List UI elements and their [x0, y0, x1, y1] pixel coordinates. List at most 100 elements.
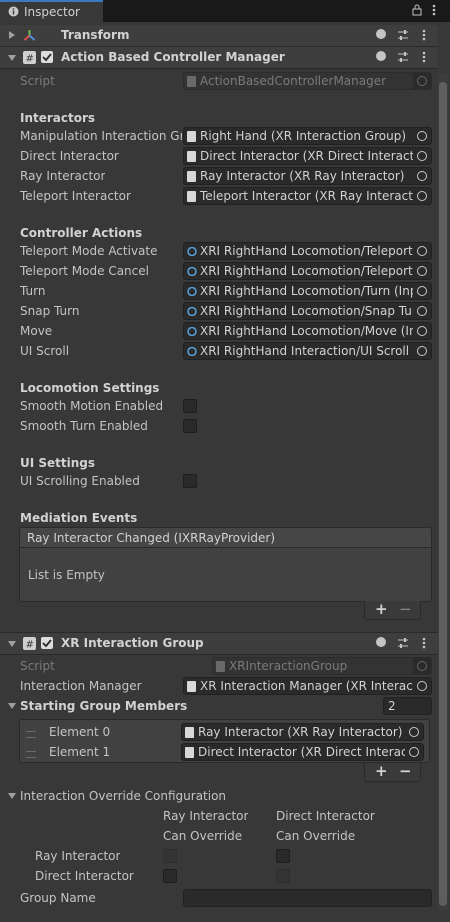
- help-icon[interactable]: [376, 51, 386, 61]
- presets-icon[interactable]: [397, 637, 409, 649]
- object-icon: [185, 747, 194, 758]
- col1-header-b: Can Override: [163, 829, 243, 843]
- list-empty-text: List is Empty: [28, 568, 105, 582]
- remove-button[interactable]: −: [399, 762, 412, 780]
- ui-scroll-field[interactable]: XRI RightHand Interaction/UI Scroll (Inp: [183, 342, 432, 360]
- override-direct-direct-checkbox: [276, 869, 290, 883]
- element-1-label: Element 1: [49, 745, 111, 759]
- members-count-field[interactable]: 2: [383, 697, 432, 715]
- xig-script-field: XRInteractionGroup: [212, 657, 432, 675]
- input-action-icon: [187, 267, 197, 276]
- starting-members-label[interactable]: Starting Group Members: [20, 699, 187, 713]
- object-picker-icon[interactable]: [413, 343, 431, 359]
- object-picker-icon[interactable]: [413, 303, 431, 319]
- transform-title: Transform: [61, 28, 130, 42]
- override-config-label[interactable]: Interaction Override Configuration: [20, 789, 226, 803]
- object-picker-icon[interactable]: [413, 323, 431, 339]
- override-direct-ray-checkbox[interactable]: [163, 869, 177, 883]
- add-button[interactable]: +: [375, 600, 388, 618]
- expand-arrow-icon[interactable]: [8, 793, 16, 799]
- element-1-field[interactable]: Direct Interactor (XR Direct Interactor: [181, 743, 424, 761]
- presets-icon[interactable]: [397, 29, 409, 41]
- component-menu-icon[interactable]: [422, 637, 426, 649]
- override-row-ray-label: Ray Interactor: [35, 849, 121, 863]
- object-picker-icon[interactable]: [413, 243, 431, 259]
- lock-icon[interactable]: [412, 4, 422, 16]
- override-ray-direct-checkbox[interactable]: [276, 849, 290, 863]
- object-picker-icon[interactable]: [405, 744, 423, 760]
- ui-scrolling-checkbox[interactable]: [183, 474, 197, 488]
- teleport-interactor-label: Teleport Interactor: [20, 189, 131, 203]
- ui-scrolling-label: UI Scrolling Enabled: [20, 474, 140, 488]
- section-ui-settings: UI Settings: [20, 456, 96, 470]
- object-icon: [187, 191, 196, 202]
- info-icon: [8, 6, 19, 17]
- object-picker-icon[interactable]: [413, 128, 431, 144]
- script-asset-icon: [216, 661, 225, 672]
- xig-header[interactable]: # XR Interaction Group: [0, 632, 438, 655]
- drag-handle-icon[interactable]: [26, 751, 36, 758]
- members-list-buttons: + −: [364, 762, 421, 782]
- teleport-cancel-field[interactable]: XRI RightHand Locomotion/Teleport M: [183, 262, 432, 280]
- teleport-interactor-field[interactable]: Teleport Interactor (XR Ray Interactor): [183, 187, 432, 205]
- object-picker-icon: [413, 658, 431, 674]
- drag-handle-icon[interactable]: [26, 731, 36, 738]
- ray-interactor-label: Ray Interactor: [20, 169, 106, 183]
- group-name-input[interactable]: [183, 889, 432, 907]
- object-picker-icon[interactable]: [413, 168, 431, 184]
- component-menu-icon[interactable]: [422, 29, 426, 41]
- ray-interactor-field[interactable]: Ray Interactor (XR Ray Interactor): [183, 167, 432, 185]
- remove-button[interactable]: −: [399, 600, 412, 618]
- section-interactors: Interactors: [20, 111, 96, 125]
- snap-turn-label: Snap Turn: [20, 304, 80, 318]
- acm-title: Action Based Controller Manager: [61, 50, 285, 64]
- mediation-event-box: Ray Interactor Changed (IXRRayProvider) …: [19, 527, 432, 602]
- object-icon: [187, 681, 196, 692]
- input-action-icon: [187, 327, 197, 336]
- script-field: ActionBasedControllerManager: [183, 72, 432, 90]
- scrollbar-thumb[interactable]: [439, 82, 447, 906]
- smooth-motion-checkbox[interactable]: [183, 399, 197, 413]
- help-icon[interactable]: [376, 637, 386, 647]
- object-picker-icon[interactable]: [405, 724, 423, 740]
- object-icon: [187, 131, 196, 142]
- script-label: Script: [20, 74, 55, 88]
- object-picker-icon[interactable]: [413, 678, 431, 694]
- kebab-menu-icon[interactable]: [432, 4, 436, 16]
- object-picker-icon[interactable]: [413, 148, 431, 164]
- object-icon: [187, 171, 196, 182]
- smooth-turn-checkbox[interactable]: [183, 419, 197, 433]
- object-picker-icon[interactable]: [413, 263, 431, 279]
- manipulation-group-field[interactable]: Right Hand (XR Interaction Group): [183, 127, 432, 145]
- object-picker-icon[interactable]: [413, 188, 431, 204]
- presets-icon[interactable]: [397, 51, 409, 63]
- move-field[interactable]: XRI RightHand Locomotion/Move (Inpu: [183, 322, 432, 340]
- section-controller-actions: Controller Actions: [20, 226, 143, 240]
- object-icon: [187, 151, 196, 162]
- expand-arrow-icon[interactable]: [8, 641, 16, 647]
- override-ray-ray-checkbox: [163, 849, 177, 863]
- object-picker-icon[interactable]: [413, 283, 431, 299]
- direct-interactor-field[interactable]: Direct Interactor (XR Direct Interactor): [183, 147, 432, 165]
- component-menu-icon[interactable]: [422, 51, 426, 63]
- tab-inspector[interactable]: Inspector: [0, 0, 103, 22]
- add-button[interactable]: +: [375, 762, 388, 780]
- teleport-activate-field[interactable]: XRI RightHand Locomotion/Teleport M: [183, 242, 432, 260]
- smooth-motion-label: Smooth Motion Enabled: [20, 399, 164, 413]
- col2-header-b: Can Override: [276, 829, 356, 843]
- snap-turn-field[interactable]: XRI RightHand Locomotion/Snap Turn: [183, 302, 432, 320]
- expand-arrow-icon[interactable]: [8, 55, 16, 61]
- direct-interactor-label: Direct Interactor: [20, 149, 119, 163]
- transform-icon: [23, 30, 36, 41]
- collapse-arrow-icon[interactable]: [9, 31, 15, 39]
- teleport-cancel-label: Teleport Mode Cancel: [20, 264, 149, 278]
- turn-field[interactable]: XRI RightHand Locomotion/Turn (Input: [183, 282, 432, 300]
- transform-header[interactable]: Transform: [0, 25, 438, 47]
- acm-header[interactable]: # Action Based Controller Manager: [0, 47, 438, 69]
- help-icon[interactable]: [376, 29, 386, 39]
- element-0-field[interactable]: Ray Interactor (XR Ray Interactor): [181, 723, 424, 741]
- interaction-manager-field[interactable]: XR Interaction Manager (XR Interactio: [183, 677, 432, 695]
- expand-arrow-icon[interactable]: [8, 703, 16, 709]
- xig-title: XR Interaction Group: [61, 636, 204, 650]
- smooth-turn-label: Smooth Turn Enabled: [20, 419, 148, 433]
